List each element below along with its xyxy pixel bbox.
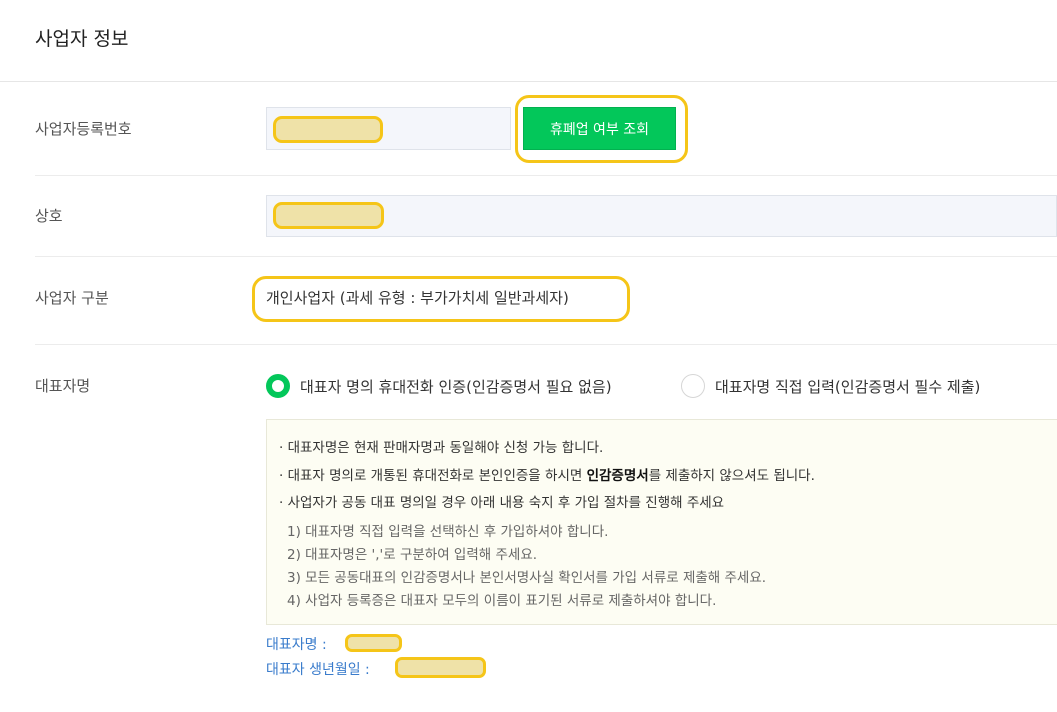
- radio-option-direct-input[interactable]: 대표자명 직접 입력(인감증명서 필수 제출): [681, 373, 980, 399]
- redacted-birth-date: [395, 657, 486, 678]
- radio-checked-icon[interactable]: [266, 374, 290, 398]
- company-name-field[interactable]: [266, 195, 1057, 237]
- row-divider: [35, 175, 1057, 176]
- notice-line: · 대표자 명의로 개통된 휴대전화로 본인인증을 하시면 인감증명서를 제출하…: [279, 464, 815, 484]
- representative-name-info: 대표자명 :: [266, 637, 327, 653]
- radio-option-phone-auth[interactable]: 대표자 명의 휴대전화 인증(인감증명서 필요 없음): [266, 373, 612, 399]
- notice-box: · 대표자명은 현재 판매자명과 동일해야 신청 가능 합니다. · 대표자 명…: [266, 419, 1057, 625]
- redacted-representative-name: [345, 634, 402, 652]
- notice-line: · 사업자가 공동 대표 명의일 경우 아래 내용 숙지 후 가입 절차를 진행…: [279, 495, 725, 511]
- notice-sub-line: 2) 대표자명은 ','로 구분하여 입력해 주세요.: [287, 547, 538, 563]
- radio-option-label: 대표자 명의 휴대전화 인증(인감증명서 필요 없음): [300, 377, 612, 396]
- representative-label: 대표자명: [35, 377, 91, 395]
- notice-text: 를 제출하지 않으셔도 됩니다.: [648, 468, 815, 484]
- notice-bold-text: 인감증명서: [586, 468, 649, 484]
- page-title: 사업자 정보: [35, 28, 129, 50]
- business-type-value: 개인사업자 (과세 유형 : 부가가치세 일반과세자): [266, 289, 569, 307]
- row-divider: [35, 344, 1057, 345]
- notice-sub-line: 4) 사업자 등록증은 대표자 모두의 이름이 표기된 서류로 제출하셔야 합니…: [287, 593, 717, 609]
- redacted-company-name: [273, 202, 384, 229]
- title-divider: [0, 81, 1057, 82]
- row-divider: [35, 256, 1057, 257]
- business-number-label: 사업자등록번호: [35, 120, 132, 138]
- notice-line: · 대표자명은 현재 판매자명과 동일해야 신청 가능 합니다.: [279, 440, 604, 456]
- notice-sub-line: 3) 모든 공동대표의 인감증명서나 본인서명사실 확인서를 가입 서류로 제출…: [287, 570, 767, 586]
- redacted-business-number: [273, 116, 383, 143]
- company-name-label: 상호: [35, 207, 63, 225]
- business-type-label: 사업자 구분: [35, 289, 109, 307]
- notice-sub-line: 1) 대표자명 직접 입력을 선택하신 후 가입하셔야 합니다.: [287, 524, 609, 540]
- radio-unchecked-icon[interactable]: [681, 374, 705, 398]
- check-business-status-button[interactable]: 휴폐업 여부 조회: [523, 107, 676, 150]
- notice-text: · 대표자 명의로 개통된 휴대전화로 본인인증을 하시면: [279, 468, 587, 484]
- radio-option-label: 대표자명 직접 입력(인감증명서 필수 제출): [715, 377, 981, 396]
- representative-birth-info: 대표자 생년월일 :: [266, 662, 370, 678]
